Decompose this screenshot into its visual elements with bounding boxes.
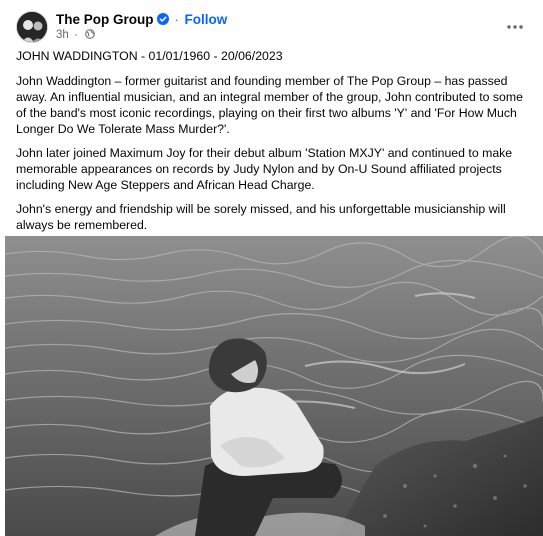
post-paragraph: John's energy and friendship will be sor… xyxy=(16,202,506,232)
post-body: JOHN WADDINGTON - 01/01/1960 - 20/06/202… xyxy=(16,48,532,241)
post-timestamp[interactable]: 3h xyxy=(56,29,69,41)
post-photo[interactable] xyxy=(5,236,543,536)
globe-icon[interactable] xyxy=(85,29,95,39)
separator-dot: · xyxy=(74,29,78,41)
photo-image xyxy=(5,236,543,536)
more-options-icon xyxy=(507,25,523,29)
post-title: JOHN WADDINGTON - 01/01/1960 - 20/06/202… xyxy=(16,49,283,63)
post-paragraph: John later joined Maximum Joy for their … xyxy=(16,146,513,192)
name-row: The Pop Group · Follow xyxy=(56,12,227,27)
page-name-link[interactable]: The Pop Group xyxy=(56,12,154,27)
avatar-image xyxy=(17,12,47,42)
post-paragraph: John Waddington – former guitarist and f… xyxy=(16,74,523,136)
separator-dot: · xyxy=(174,12,179,27)
verified-badge-icon xyxy=(156,13,169,25)
post-meta: 3h · xyxy=(56,29,95,41)
more-options-button[interactable] xyxy=(503,17,527,37)
follow-button[interactable]: Follow xyxy=(185,12,228,27)
page-avatar[interactable] xyxy=(16,11,48,43)
post-header: The Pop Group · Follow 3h · xyxy=(16,11,527,43)
